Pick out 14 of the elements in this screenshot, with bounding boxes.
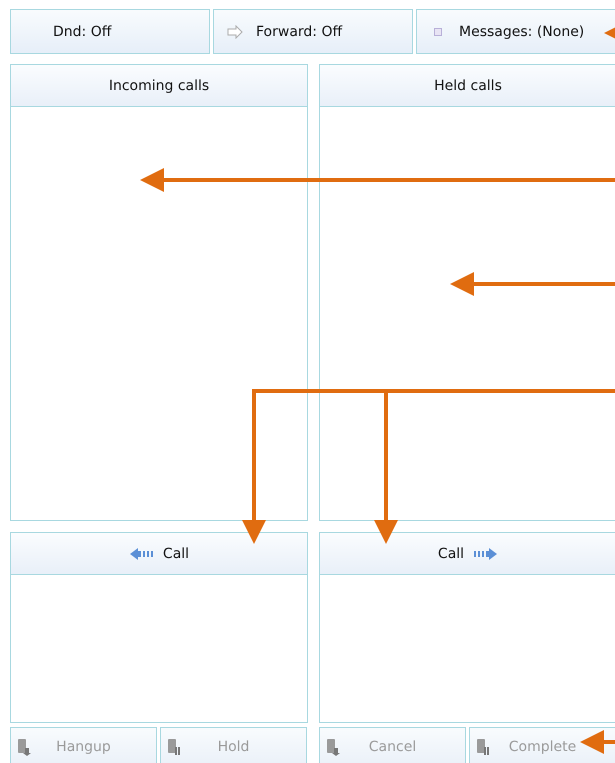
panel-header: Incoming calls <box>11 65 307 107</box>
phone-icon <box>476 738 490 756</box>
toolbar-button[interactable]: Messages: (None) <box>416 9 615 54</box>
toolbar-button[interactable]: Forward: Off <box>213 9 413 54</box>
panel-header: Held calls <box>320 65 615 107</box>
arrow-icon <box>227 24 243 38</box>
annotation-arrow <box>580 730 615 754</box>
phone-icon <box>326 738 340 756</box>
phone-icon <box>167 738 181 756</box>
phone-icon <box>17 738 31 756</box>
toolbar-button[interactable]: Dnd: Off <box>10 9 210 54</box>
call-button[interactable]: Call <box>320 533 615 575</box>
call-button[interactable]: Call <box>11 533 307 575</box>
square-icon <box>434 28 442 36</box>
